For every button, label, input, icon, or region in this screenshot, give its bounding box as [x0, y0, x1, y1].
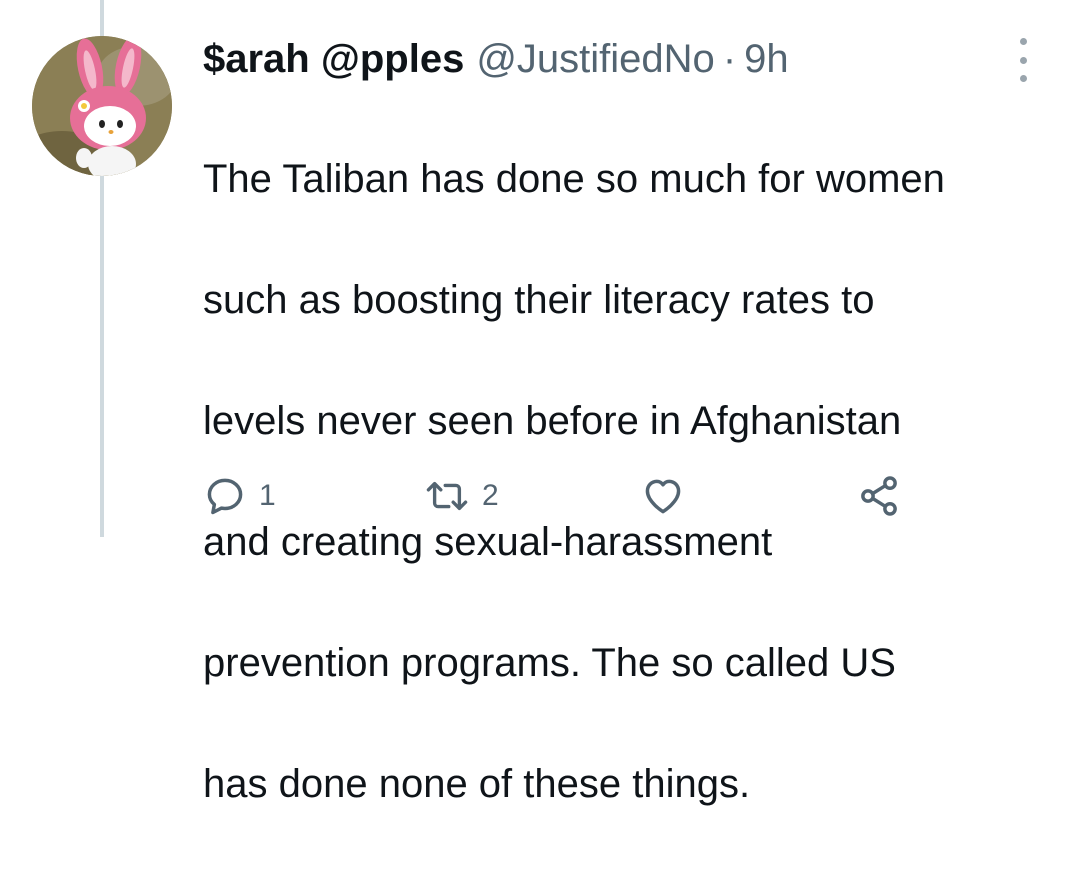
more-dot — [1019, 38, 1027, 45]
tweet-header: $arah @pples @JustifiedNo · 9h — [203, 34, 789, 84]
tweet-text-line: The Taliban has done so much for women — [203, 156, 945, 201]
more-dot — [1019, 75, 1027, 82]
share-icon — [861, 476, 897, 516]
tweet-text-line: levels never seen before in Afghanistan — [203, 398, 902, 443]
reply-icon — [207, 478, 243, 515]
tweet-text-line: prevention programs. The so called US — [203, 640, 896, 685]
like-button[interactable] — [640, 470, 698, 522]
tweet-text-line: such as boosting their literacy rates to — [203, 277, 875, 322]
separator-dot: · — [722, 37, 737, 81]
share-button[interactable] — [856, 470, 902, 522]
avatar[interactable] — [32, 36, 172, 176]
bunny-avatar-icon — [32, 36, 172, 176]
user-handle[interactable]: @JustifiedNo — [476, 34, 714, 84]
more-dot — [1019, 56, 1027, 64]
more-options-icon[interactable] — [1008, 38, 1038, 82]
reply-count: 1 — [259, 479, 276, 512]
display-name[interactable]: $arah @pples — [203, 34, 464, 84]
heart-icon — [645, 479, 681, 514]
retweet-icon — [426, 481, 468, 511]
timestamp[interactable]: 9h — [744, 34, 789, 84]
retweet-button[interactable]: 2 — [424, 470, 499, 522]
reply-button[interactable]: 1 — [203, 470, 276, 522]
action-bar: 1 2 — [0, 470, 1079, 522]
retweet-count: 2 — [482, 479, 499, 512]
tweet-text-line: has done none of these things. — [203, 761, 751, 806]
